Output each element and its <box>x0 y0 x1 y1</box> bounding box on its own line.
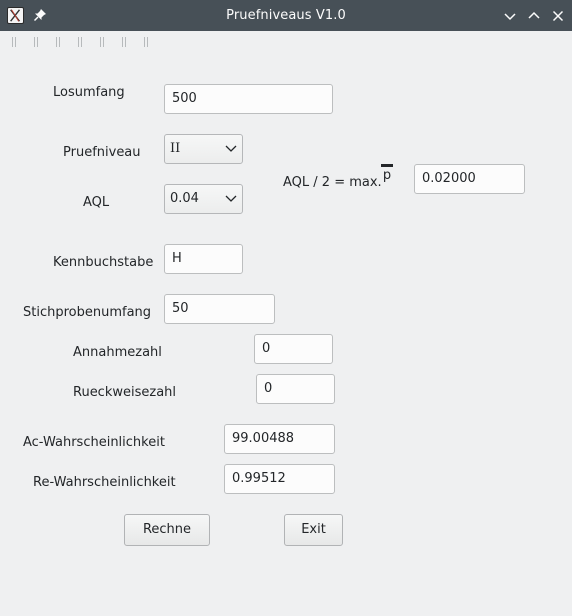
kennbuchstabe-label: Kennbuchstabe <box>53 255 154 270</box>
maximize-button[interactable] <box>527 9 541 23</box>
p-bar-symbol: p <box>381 164 393 183</box>
pruefniveau-value: II <box>170 141 181 156</box>
losumfang-label: Losumfang <box>53 85 125 100</box>
stichprobenumfang-input[interactable]: 50 <box>164 294 275 324</box>
chevron-up-icon <box>528 11 540 19</box>
ac-wahrscheinlichkeit-label: Ac-Wahrscheinlichkeit <box>23 435 165 450</box>
close-button[interactable] <box>551 9 565 23</box>
chevron-down-icon <box>225 194 237 204</box>
window-title: Pruefniveaus V1.0 <box>226 8 346 23</box>
chevron-down-icon <box>225 144 237 154</box>
rechne-button[interactable]: Rechne <box>124 514 210 546</box>
stichprobenumfang-label: Stichprobenumfang <box>23 305 152 320</box>
pruefniveau-select[interactable]: II <box>164 134 243 164</box>
re-wahrscheinlichkeit-label: Re-Wahrscheinlichkeit <box>33 475 176 490</box>
title-bar[interactable]: Pruefniveaus V1.0 <box>0 0 572 31</box>
aql-max-input[interactable]: 0.02000 <box>414 164 525 194</box>
rueckweisezahl-input[interactable]: 0 <box>256 374 335 404</box>
minimize-button[interactable] <box>503 9 517 23</box>
annahmezahl-label: Annahmezahl <box>73 345 162 360</box>
aql-label: AQL <box>83 195 110 210</box>
ac-wahrscheinlichkeit-input[interactable]: 99.00488 <box>224 424 335 454</box>
p-symbol: p <box>382 168 392 183</box>
re-wahrscheinlichkeit-input[interactable]: 0.99512 <box>224 464 335 494</box>
aql-select[interactable]: 0.04 <box>164 184 243 214</box>
close-icon <box>552 10 564 22</box>
kennbuchstabe-input[interactable]: H <box>164 244 243 274</box>
annahmezahl-input[interactable]: 0 <box>254 334 333 364</box>
chevron-down-icon <box>504 13 516 21</box>
pruefniveau-label: Pruefniveau <box>63 145 141 160</box>
aql-value: 0.04 <box>170 191 199 206</box>
losumfang-input[interactable]: 500 <box>164 84 333 114</box>
rueckweisezahl-label: Rueckweisezahl <box>73 385 177 400</box>
exit-button[interactable]: Exit <box>284 514 343 546</box>
overline-bar <box>381 164 393 167</box>
aql-max-label: AQL / 2 = max. <box>283 175 382 190</box>
